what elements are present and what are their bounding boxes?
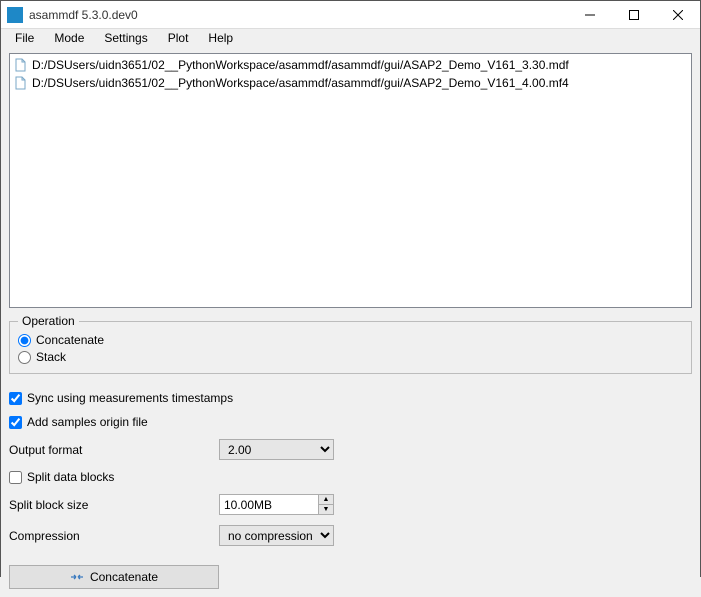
row-split-size: Split block size ▲ ▼ <box>9 494 692 515</box>
check-row-origin: Add samples origin file <box>9 415 692 429</box>
sync-checkbox[interactable] <box>9 392 22 405</box>
file-icon <box>14 58 28 72</box>
menu-file[interactable]: File <box>5 29 44 47</box>
check-row-sync: Sync using measurements timestamps <box>9 391 692 405</box>
radio-label: Stack <box>36 350 66 364</box>
spinner-buttons: ▲ ▼ <box>318 494 334 515</box>
file-list-item[interactable]: D:/DSUsers/uidn3651/02__PythonWorkspace/… <box>10 74 691 92</box>
file-path: D:/DSUsers/uidn3651/02__PythonWorkspace/… <box>32 76 569 90</box>
check-label: Add samples origin file <box>27 415 148 429</box>
compression-label: Compression <box>9 529 219 543</box>
menubar: File Mode Settings Plot Help <box>1 29 700 47</box>
split-size-label: Split block size <box>9 498 219 512</box>
window-title: asammdf 5.3.0.dev0 <box>29 8 568 22</box>
close-icon <box>673 10 683 20</box>
check-label: Sync using measurements timestamps <box>27 391 233 405</box>
minimize-button[interactable] <box>568 1 612 29</box>
titlebar: asammdf 5.3.0.dev0 <box>1 1 700 29</box>
maximize-icon <box>629 10 639 20</box>
menu-settings[interactable]: Settings <box>94 29 157 47</box>
file-list[interactable]: D:/DSUsers/uidn3651/02__PythonWorkspace/… <box>9 53 692 308</box>
concatenate-icon <box>70 570 84 584</box>
action-area: Concatenate <box>9 553 692 589</box>
menu-plot[interactable]: Plot <box>158 29 199 47</box>
operation-radio-concatenate[interactable] <box>18 334 31 347</box>
split-size-spinner: ▲ ▼ <box>219 494 334 515</box>
output-format-select[interactable]: 2.00 <box>219 439 334 460</box>
file-icon <box>14 76 28 90</box>
close-button[interactable] <box>656 1 700 29</box>
concatenate-button[interactable]: Concatenate <box>9 565 219 589</box>
compression-select[interactable]: no compression <box>219 525 334 546</box>
row-compression: Compression no compression <box>9 525 692 546</box>
split-blocks-checkbox[interactable] <box>9 471 22 484</box>
operation-legend: Operation <box>18 314 79 328</box>
operation-radio-stack[interactable] <box>18 351 31 364</box>
origin-checkbox[interactable] <box>9 416 22 429</box>
file-path: D:/DSUsers/uidn3651/02__PythonWorkspace/… <box>32 58 569 72</box>
main-content: D:/DSUsers/uidn3651/02__PythonWorkspace/… <box>1 47 700 597</box>
check-row-split-blocks: Split data blocks <box>9 470 692 484</box>
menu-help[interactable]: Help <box>198 29 243 47</box>
check-label: Split data blocks <box>27 470 114 484</box>
radio-row-stack: Stack <box>18 350 683 364</box>
maximize-button[interactable] <box>612 1 656 29</box>
window-controls <box>568 1 700 29</box>
row-output-format: Output format 2.00 <box>9 439 692 460</box>
button-label: Concatenate <box>90 570 158 584</box>
split-size-input[interactable] <box>219 494 318 515</box>
minimize-icon <box>585 10 595 20</box>
operation-group: Operation Concatenate Stack <box>9 314 692 374</box>
spinner-up[interactable]: ▲ <box>319 495 333 505</box>
file-list-item[interactable]: D:/DSUsers/uidn3651/02__PythonWorkspace/… <box>10 56 691 74</box>
radio-row-concatenate: Concatenate <box>18 333 683 347</box>
menu-mode[interactable]: Mode <box>44 29 94 47</box>
app-icon <box>7 7 23 23</box>
radio-label: Concatenate <box>36 333 104 347</box>
spinner-down[interactable]: ▼ <box>319 505 333 514</box>
output-format-label: Output format <box>9 443 219 457</box>
